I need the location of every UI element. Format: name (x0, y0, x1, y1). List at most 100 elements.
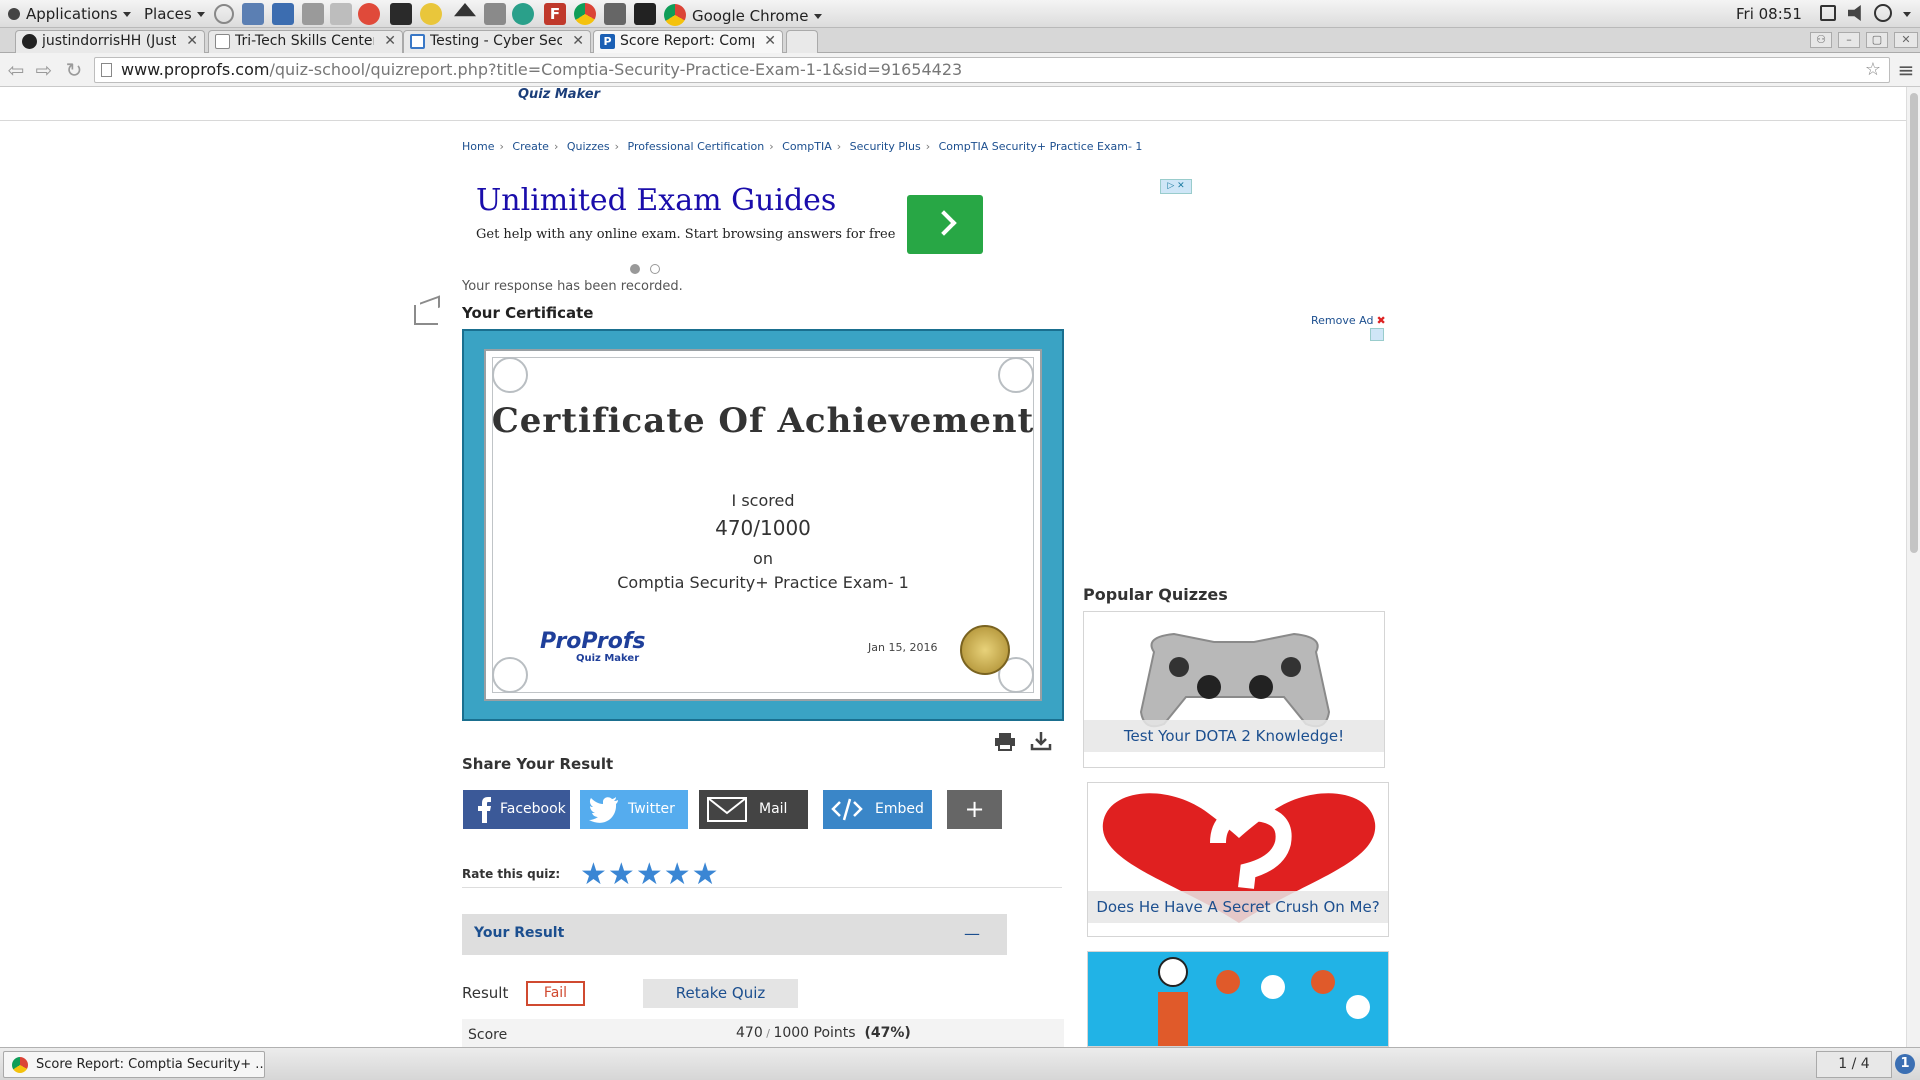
corner-flourish-icon (492, 657, 528, 693)
adchoices-icon[interactable] (1370, 328, 1384, 341)
volume-muted-icon[interactable] (1848, 5, 1861, 21)
tab-testing[interactable]: Testing - Cyber Secu ✕ (403, 30, 591, 53)
breadcrumb-quizzes[interactable]: Quizzes (567, 140, 610, 153)
score-value: 470 / 1000 Points (47%) (736, 1025, 911, 1041)
taskbar-window-title: Score Report: Comptia Security+ ... (36, 1057, 265, 1072)
certificate-paper: Certificate Of Achievement I scored 470/… (484, 349, 1042, 701)
proprofs-logo: ProProfs (540, 629, 646, 654)
tab-github[interactable]: justindorrisHH (Justin ✕ (15, 30, 205, 53)
close-icon[interactable]: ✕ (186, 31, 198, 52)
mail-share-button[interactable]: Mail (699, 790, 808, 829)
page-icon (215, 34, 230, 49)
launcher-files-icon[interactable] (302, 3, 324, 25)
close-icon[interactable]: ✕ (764, 31, 776, 52)
launcher-chrome-icon[interactable] (574, 3, 596, 25)
chevron-down-icon[interactable] (1903, 12, 1911, 17)
launcher-help-icon[interactable] (358, 3, 380, 25)
page-viewport: Quiz Maker Home › Create › Quizzes › Profes… (0, 87, 1906, 1047)
share-arrow-icon[interactable] (414, 305, 438, 325)
notification-badge[interactable]: 1 (1895, 1054, 1915, 1074)
launcher-cube-icon[interactable] (634, 3, 656, 25)
breadcrumb-security-plus[interactable]: Security Plus (850, 140, 921, 153)
active-app-menu[interactable]: Google Chrome (664, 4, 822, 26)
header-logo-fragment[interactable]: Quiz Maker (518, 87, 600, 102)
download-icon[interactable] (1030, 731, 1052, 751)
places-label: Places (144, 5, 192, 23)
pager-dot-active[interactable] (630, 264, 640, 274)
popular-quiz-card[interactable]: Test Your DOTA 2 Knowledge! (1083, 611, 1385, 768)
pager-dot[interactable] (650, 264, 660, 274)
your-result-header[interactable]: Your Result — (462, 914, 1007, 955)
url-host: www.proprofs.com (121, 60, 270, 79)
facebook-share-button[interactable]: Facebook (463, 790, 570, 829)
launcher-writer-icon[interactable] (272, 3, 294, 25)
print-icon[interactable] (994, 733, 1016, 751)
retake-quiz-button[interactable]: Retake Quiz (643, 979, 798, 1008)
breadcrumb-separator: › (836, 140, 842, 153)
page-info-icon[interactable] (101, 63, 112, 77)
close-icon[interactable]: ✕ (572, 31, 584, 52)
popular-quiz-title[interactable]: Does He Have A Secret Crush On Me? (1088, 891, 1388, 923)
bookmark-star-icon[interactable]: ☆ (1865, 58, 1881, 82)
launcher-archive-icon[interactable] (330, 3, 352, 25)
ad-banner[interactable]: Unlimited Exam Guides Get help with any … (462, 179, 1192, 274)
ad-arrow-button[interactable] (907, 195, 983, 254)
scrollbar-thumb[interactable] (1910, 93, 1918, 553)
launcher-arduino-icon[interactable] (512, 3, 534, 25)
tab-score-report[interactable]: P Score Report: Compt ✕ (593, 30, 783, 53)
close-icon[interactable]: ✕ (384, 31, 396, 52)
breadcrumb-home[interactable]: Home (462, 140, 494, 153)
profile-icon[interactable]: ⚇ (1810, 32, 1832, 48)
reload-icon[interactable]: ↻ (62, 59, 86, 81)
display-icon[interactable] (1820, 5, 1836, 21)
workspace-switcher[interactable]: 1 / 4 (1816, 1051, 1892, 1078)
breadcrumb-create[interactable]: Create (512, 140, 549, 153)
address-bar[interactable]: www.proprofs.com/quiz-school/quizreport.… (94, 57, 1890, 83)
back-arrow-icon[interactable]: ⇦ (4, 59, 28, 81)
ad-subtitle: Get help with any online exam. Start bro… (476, 227, 896, 242)
breadcrumb-professional-certification[interactable]: Professional Certification (628, 140, 765, 153)
launcher-editor-icon[interactable] (484, 3, 506, 25)
twitter-share-button[interactable]: Twitter (580, 790, 688, 829)
launcher-filezilla-icon[interactable]: F (544, 3, 566, 25)
close-window-icon[interactable]: ✕ (1894, 32, 1918, 48)
proprofs-logo-sub: Quiz Maker (576, 653, 640, 664)
minimize-icon[interactable]: – (1838, 32, 1860, 48)
launcher-screenshot-icon[interactable] (242, 3, 264, 25)
more-share-button[interactable]: + (947, 790, 1002, 829)
share-heading: Share Your Result (462, 755, 614, 773)
breadcrumb-current-quiz[interactable]: CompTIA Security+ Practice Exam- 1 (939, 140, 1143, 153)
breadcrumb-comptia[interactable]: CompTIA (782, 140, 832, 153)
popular-quiz-card[interactable]: Does He Have A Secret Crush On Me? (1087, 782, 1389, 937)
taskbar-window-button[interactable]: Score Report: Comptia Security+ ... (3, 1051, 265, 1078)
popular-quiz-title[interactable]: Test Your DOTA 2 Knowledge! (1084, 720, 1384, 752)
forward-arrow-icon[interactable]: ⇨ (32, 59, 56, 81)
clock[interactable]: Fri 08:51 (1736, 4, 1802, 24)
popular-quiz-card[interactable] (1087, 951, 1389, 1047)
rate-label: Rate this quiz: (462, 867, 561, 881)
applications-menu[interactable]: Applications (8, 4, 131, 24)
remove-ad-link[interactable]: Remove Ad ✖ (1311, 314, 1386, 327)
vertical-scrollbar[interactable] (1906, 87, 1920, 1047)
maximize-icon[interactable]: ▢ (1866, 32, 1888, 48)
site-header: Quiz Maker (0, 87, 1906, 121)
facebook-icon (471, 796, 499, 823)
facebook-label: Facebook (500, 801, 566, 817)
mail-icon (707, 796, 747, 823)
ad-title[interactable]: Unlimited Exam Guides (476, 183, 836, 218)
launcher-pidgin-icon[interactable] (420, 3, 442, 25)
embed-button[interactable]: Embed (823, 790, 932, 829)
launcher-terminal-icon[interactable] (390, 3, 412, 25)
launcher-network-icon[interactable] (214, 4, 234, 24)
collapse-icon[interactable]: — (964, 924, 980, 943)
new-tab-button[interactable] (786, 30, 818, 53)
tab-tritech[interactable]: Tri-Tech Skills Center ✕ (208, 30, 403, 53)
launcher-inkscape-icon[interactable] (454, 3, 476, 17)
menu-icon[interactable]: ≡ (1894, 59, 1918, 81)
adchoices-icon[interactable]: ▷ ✕ (1160, 179, 1192, 194)
places-menu[interactable]: Places (144, 4, 205, 24)
launcher-gimp-icon[interactable] (604, 3, 626, 25)
score-percent: (47%) (864, 1025, 911, 1041)
score-label: Score (468, 1027, 508, 1043)
power-icon[interactable] (1874, 4, 1892, 22)
